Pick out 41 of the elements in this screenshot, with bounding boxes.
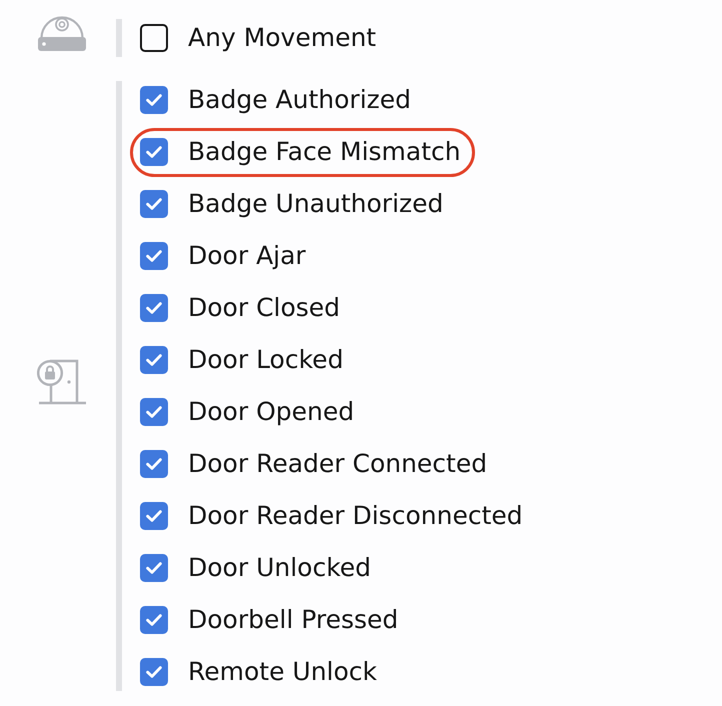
event-label: Badge Face Mismatch — [188, 137, 461, 167]
checkmark-icon — [146, 406, 162, 418]
checkbox[interactable] — [140, 242, 168, 270]
checkbox[interactable] — [140, 450, 168, 478]
event-label: Doorbell Pressed — [188, 605, 398, 635]
event-label: Any Movement — [188, 23, 376, 53]
event-label: Badge Authorized — [188, 85, 412, 115]
checkmark-icon — [146, 94, 162, 106]
event-label: Door Opened — [188, 397, 354, 427]
checkmark-icon — [146, 510, 162, 522]
event-label: Door Closed — [188, 293, 340, 323]
checkmark-icon — [146, 198, 162, 210]
checkmark-icon — [146, 354, 162, 366]
checkmark-icon — [146, 250, 162, 262]
event-label: Door Unlocked — [188, 553, 372, 583]
event-label: Door Reader Disconnected — [188, 501, 523, 531]
event-label: Remote Unlock — [188, 657, 378, 687]
checkbox[interactable] — [140, 138, 168, 166]
group-bar — [116, 19, 122, 57]
door-lock-icon — [37, 358, 87, 404]
checkbox[interactable] — [140, 398, 168, 426]
checkbox[interactable] — [140, 606, 168, 634]
checkbox[interactable] — [140, 658, 168, 686]
checkmark-icon — [146, 614, 162, 626]
checkbox[interactable] — [140, 24, 168, 52]
checkbox[interactable] — [140, 502, 168, 530]
checkbox[interactable] — [140, 554, 168, 582]
checkbox[interactable] — [140, 346, 168, 374]
dome-camera-icon — [38, 15, 86, 51]
event-label: Badge Unauthorized — [188, 189, 444, 219]
checkbox[interactable] — [140, 190, 168, 218]
checkmark-icon — [146, 562, 162, 574]
checkbox[interactable] — [140, 294, 168, 322]
event-label: Door Locked — [188, 345, 344, 375]
event-label: Door Reader Connected — [188, 449, 488, 479]
checkmark-icon — [146, 666, 162, 678]
checkmark-icon — [146, 146, 162, 158]
checkbox[interactable] — [140, 86, 168, 114]
checkmark-icon — [146, 302, 162, 314]
event-label: Door Ajar — [188, 241, 306, 271]
checkmark-icon — [146, 458, 162, 470]
